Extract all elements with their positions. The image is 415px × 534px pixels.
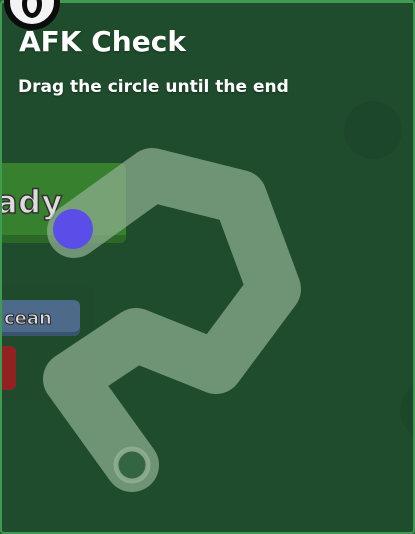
afk-check-overlay: ady cean AFK Check Drag the circle until… (0, 0, 415, 534)
drag-track (43, 148, 301, 492)
game-logo-inner-ring (22, 0, 42, 18)
drag-end-marker (113, 446, 151, 484)
overlay-instruction: Drag the circle until the end (18, 77, 289, 97)
overlay-title: AFK Check (19, 25, 186, 58)
drag-circle-handle[interactable] (53, 209, 93, 249)
